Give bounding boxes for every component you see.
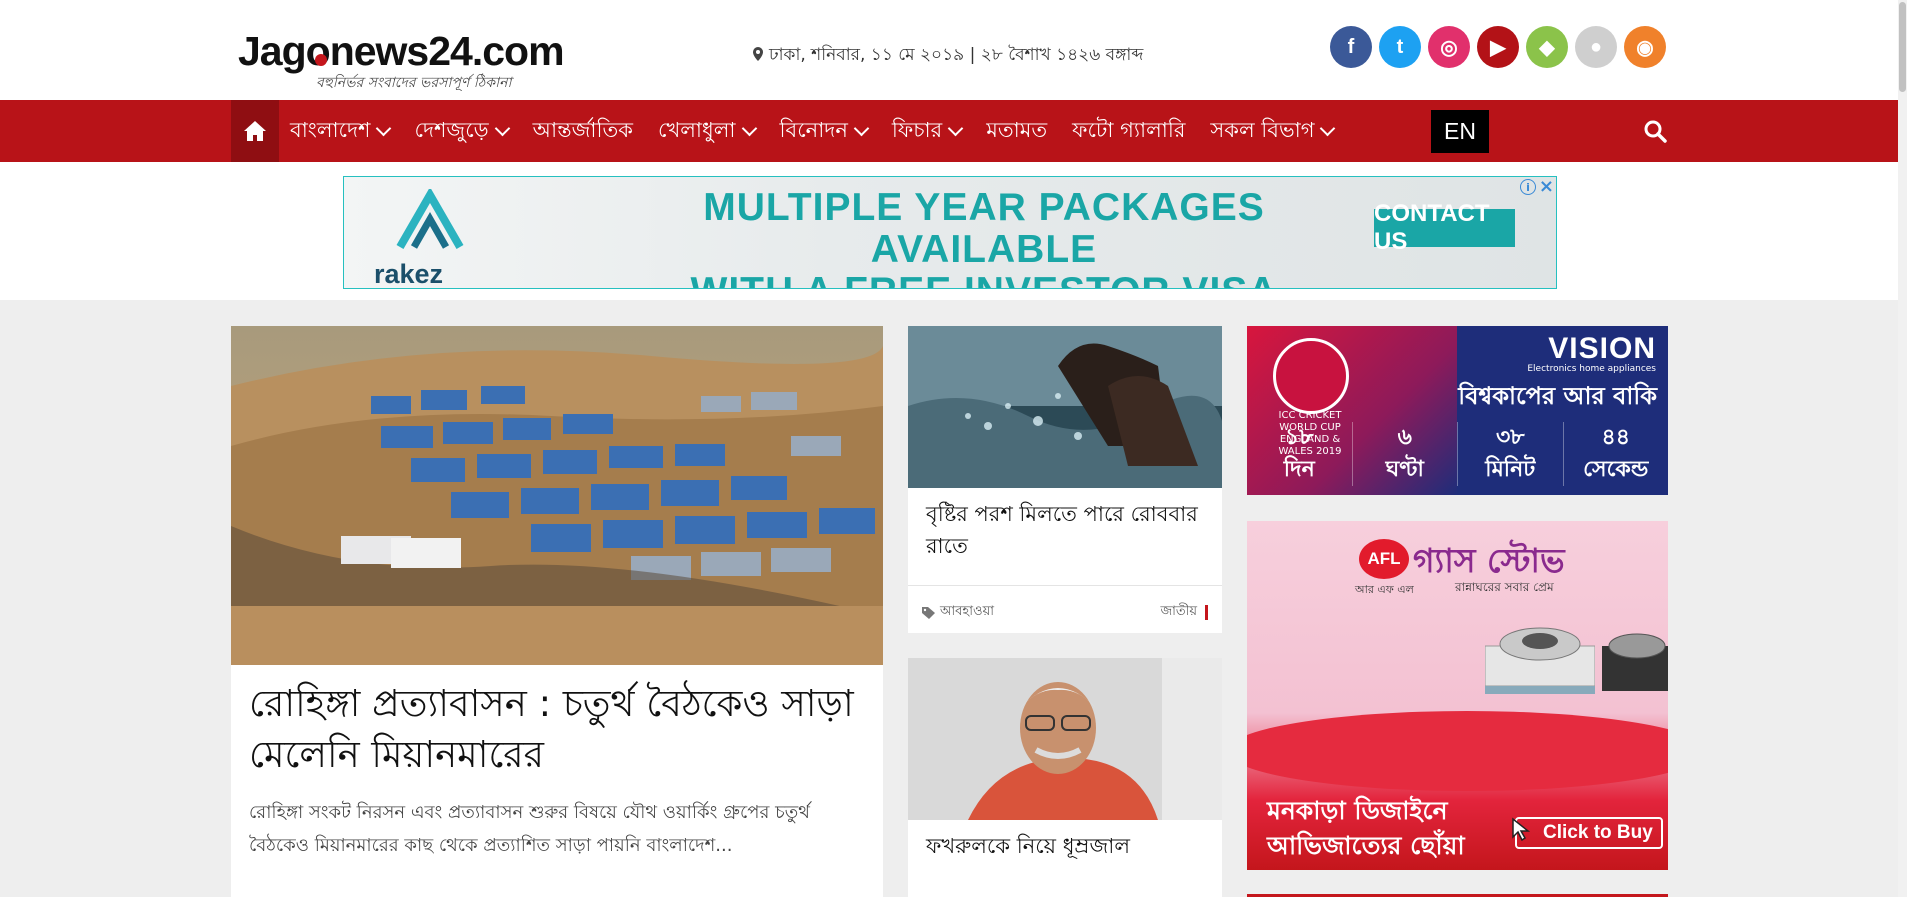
nav-item[interactable]: বাংলাদেশ xyxy=(290,114,392,149)
instagram-icon[interactable]: ◎ xyxy=(1428,26,1470,68)
story-card-tag[interactable]: আবহাওয়া xyxy=(922,602,994,623)
story-card-fakhrul[interactable]: ফখরুলকে নিয়ে ধূম্রজাল xyxy=(908,658,1222,897)
nav-item[interactable]: খেলাধুলা xyxy=(657,114,757,149)
youtube-icon[interactable]: ▶ xyxy=(1477,26,1519,68)
countdown-seconds: ৪৪ সেকেন্ড xyxy=(1583,425,1649,482)
ad-info-icon[interactable]: i xyxy=(1520,179,1536,195)
countdown-hours: ৬ ঘণ্টা xyxy=(1353,422,1458,486)
search-button[interactable] xyxy=(1643,119,1667,147)
twitter-icon[interactable]: t xyxy=(1379,26,1421,68)
dateline-text: ঢাকা, শনিবার, ১১ মে ২০১৯ | ২৮ বৈশাখ ১৪২৬… xyxy=(769,45,1144,65)
nav-item[interactable]: মতামত xyxy=(986,114,1047,149)
afl-logo: AFL xyxy=(1359,539,1409,579)
nav-item-label: ফটো গ্যালারি xyxy=(1072,117,1186,142)
vision-brand: VISION xyxy=(1548,332,1656,365)
nav-item-label: আন্তর্জাতিক xyxy=(532,117,633,142)
tag-icon xyxy=(922,606,935,619)
contact-us-button[interactable]: CONTACT US xyxy=(1374,200,1515,255)
site-logo[interactable]: Jagonews24.com বহুনির্ভর সংবাদের ভরসাপূর… xyxy=(238,28,565,91)
nav-item-label: মতামত xyxy=(986,117,1048,142)
logo-text: Jagonews24.com xyxy=(238,28,565,74)
story-card-title[interactable]: বৃষ্টির পরশ মিলতে পারে রোববার রাতে xyxy=(926,498,1211,562)
rakez-brand: rakez xyxy=(374,259,444,289)
nav-item-label: খেলাধুলা xyxy=(657,117,736,142)
nav-item[interactable]: আন্তর্জাতিক xyxy=(533,114,633,149)
ad-close-icon[interactable]: × xyxy=(1539,177,1554,197)
gas-stove-image xyxy=(1485,627,1595,694)
nav-item[interactable]: সকল বিভাগ xyxy=(1210,114,1336,149)
nav-item[interactable]: ফটো গ্যালারি xyxy=(1072,114,1185,149)
story-card-image[interactable] xyxy=(908,658,1222,820)
countdown-minutes: ৩৮ মিনিট xyxy=(1458,422,1564,486)
logo-pin-icon xyxy=(315,54,327,66)
dateline: ঢাকা, শনিবার, ১১ মে ২০১৯ | ২৮ বৈশাখ ১৪২৬… xyxy=(753,42,1143,70)
nav-menu: বাংলাদেশ দেশজুড়ে আন্তর্জাতিক খেলাধুলা বিনোদ… xyxy=(290,100,1358,162)
countdown-heading: বিশ্বকাপের আর বাকি xyxy=(1458,382,1657,410)
lead-story-title[interactable]: রোহিঙ্গা প্রত্যাবাসন : চতুর্থ বৈঠকেও সাড… xyxy=(249,678,869,780)
chevron-down-icon xyxy=(947,120,964,136)
android-icon[interactable]: ◆ xyxy=(1526,26,1568,68)
story-card-image[interactable] xyxy=(908,326,1222,488)
story-card-category[interactable]: জাতীয় xyxy=(1160,602,1208,623)
home-button[interactable] xyxy=(231,100,279,162)
nav-item-label: বাংলাদেশ xyxy=(290,117,371,142)
lead-story-summary: রোহিঙ্গা সংকট নিরসন এবং প্রত্যাবাসন শুরু… xyxy=(249,802,810,856)
ad-wave-graphic xyxy=(1247,711,1668,791)
afl-sub-right: রান্নাঘরের সবার প্রেম xyxy=(1455,580,1554,594)
chevron-down-icon xyxy=(1320,120,1336,136)
language-toggle-button[interactable]: EN xyxy=(1431,110,1489,153)
nav-item[interactable]: দেশজুড়ে xyxy=(414,114,510,149)
rss-icon[interactable]: ◉ xyxy=(1624,26,1666,68)
story-card-weather[interactable]: বৃষ্টির পরশ মিলতে পারে রোববার রাতে আবহাও… xyxy=(908,326,1222,633)
nav-item[interactable]: ফিচার xyxy=(891,114,964,149)
chevron-down-icon xyxy=(376,120,392,136)
nav-item-label: দেশজুড়ে xyxy=(414,117,489,142)
nav-item[interactable]: বিনোদন xyxy=(779,114,870,149)
social-links: f t ◎ ▶ ◆ ● ◉ xyxy=(1330,26,1666,68)
nav-item-label: ফিচার xyxy=(891,117,943,142)
chevron-down-icon xyxy=(741,120,757,136)
site-header: Jagonews24.com বহুনির্ভর সংবাদের ভরসাপূর… xyxy=(0,0,1907,100)
vision-brand-sub: Electronics home appliances xyxy=(1527,364,1656,374)
story-card-title[interactable]: ফখরুলকে নিয়ে ধূম্রজাল xyxy=(926,830,1211,862)
cursor-icon xyxy=(1512,817,1531,841)
ad-headline: MULTIPLE YEAR PACKAGES AVAILABLE WITH A … xyxy=(604,187,1364,289)
lead-story[interactable]: রোহিঙ্গা প্রত্যাবাসন : চতুর্থ বৈঠকেও সাড… xyxy=(231,326,883,897)
apple-icon[interactable]: ● xyxy=(1575,26,1617,68)
chevron-down-icon xyxy=(494,120,510,136)
story-card-category-label: জাতীয় xyxy=(1160,604,1197,619)
scrollbar-thumb[interactable] xyxy=(1899,2,1906,92)
nav-item-label: সকল বিভাগ xyxy=(1210,117,1315,142)
page-scrollbar[interactable] xyxy=(1898,0,1907,897)
story-card-meta: আবহাওয়া জাতীয় xyxy=(908,585,1222,634)
afl-sub-left: আর এফ এল xyxy=(1355,583,1414,596)
afl-gas-stove-ad[interactable]: AFL গ্যাস স্টোভ আর এফ এল রান্নাঘরের সবার… xyxy=(1247,521,1668,870)
main-nav: বাংলাদেশ দেশজুড়ে আন্তর্জাতিক খেলাধুলা বিনোদ… xyxy=(0,100,1907,162)
gas-stove-image xyxy=(1602,633,1668,691)
logo-tagline: বহুনির্ভর সংবাদের ভরসাপূর্ণ ঠিকানা xyxy=(316,75,512,91)
category-marker xyxy=(1205,605,1208,620)
cricket-worldcup-logo-icon xyxy=(1273,338,1349,414)
lead-story-image[interactable] xyxy=(231,326,883,665)
chevron-down-icon xyxy=(853,120,870,136)
countdown-days: ১৮ দিন xyxy=(1247,422,1353,486)
facebook-icon[interactable]: f xyxy=(1330,26,1372,68)
afl-line-2: আভিজাত্যের ছোঁয়া xyxy=(1267,831,1465,860)
ad-headline-line-1: MULTIPLE YEAR PACKAGES AVAILABLE xyxy=(703,186,1265,271)
nav-item-label: বিনোদন xyxy=(779,117,848,142)
rakez-logo-icon xyxy=(396,189,464,249)
ad-headline-line-2: WITH A FREE INVESTOR VISA xyxy=(604,271,1364,289)
rakez-banner-ad[interactable]: rakez MULTIPLE YEAR PACKAGES AVAILABLE W… xyxy=(343,176,1557,289)
search-icon xyxy=(1644,120,1667,143)
click-to-buy-button[interactable]: Click to Buy xyxy=(1515,817,1663,849)
countdown: ১৮ দিন ৬ ঘণ্টা ৩৮ মিনিট ৪৪ সেকেন্ড xyxy=(1247,422,1668,486)
worldcup-countdown-ad[interactable]: ICC CRICKET WORLD CUP ENGLAND & WALES 20… xyxy=(1247,326,1668,495)
location-pin-icon xyxy=(753,47,763,61)
story-card-tag-label: আবহাওয়া xyxy=(940,604,994,619)
home-icon xyxy=(244,121,266,141)
